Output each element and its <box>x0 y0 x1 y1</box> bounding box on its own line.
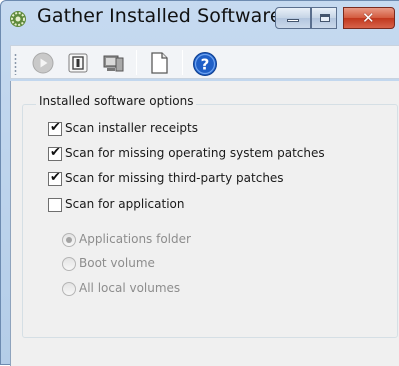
checkmark-icon: ✔ <box>50 145 61 160</box>
checkbox-box[interactable] <box>48 198 62 212</box>
checkmark-icon: ✔ <box>50 170 61 185</box>
groupbox-title: Installed software options <box>36 94 197 108</box>
checkmark-icon: ✔ <box>50 120 61 135</box>
document-icon <box>151 52 168 74</box>
maximize-icon <box>320 14 330 22</box>
checkbox-label: Scan for missing operating system patche… <box>65 146 325 160</box>
radio-button[interactable] <box>62 282 76 296</box>
gear-icon <box>9 10 27 28</box>
toolbar-grip[interactable] <box>14 53 17 75</box>
checkbox-label: Scan for missing third-party patches <box>65 171 284 185</box>
computer-icon <box>103 55 124 72</box>
radio-button[interactable] <box>62 257 76 271</box>
play-icon <box>32 52 54 74</box>
radio-label: All local volumes <box>79 281 181 295</box>
radio-selected-dot <box>66 237 72 243</box>
help-button[interactable]: ? <box>192 51 217 76</box>
checkbox-label: Scan installer receipts <box>65 121 198 135</box>
toolbar-separator <box>182 50 183 75</box>
window-title: Gather Installed Software <box>37 5 282 27</box>
checkbox-box[interactable]: ✔ <box>48 120 62 136</box>
toolbar-separator <box>136 50 137 75</box>
minimize-button[interactable] <box>275 7 311 29</box>
maximize-button[interactable] <box>311 7 337 29</box>
toolbar: ? <box>10 45 399 79</box>
minimize-icon <box>287 19 299 22</box>
stop-icon <box>68 53 88 73</box>
play-button[interactable] <box>31 51 55 75</box>
title-bar[interactable]: Gather Installed Software ✕ <box>1 1 399 37</box>
radio-label: Boot volume <box>79 256 155 270</box>
installed-software-groupbox <box>22 104 398 338</box>
document-button[interactable] <box>147 51 171 75</box>
svg-text:?: ? <box>201 56 210 74</box>
help-icon: ? <box>193 52 217 76</box>
close-button[interactable]: ✕ <box>343 7 395 29</box>
checkbox-label: Scan for application <box>65 197 185 211</box>
close-icon: ✕ <box>362 9 375 27</box>
checkbox-box[interactable]: ✔ <box>48 170 62 186</box>
radio-button[interactable] <box>62 233 76 247</box>
checkbox-box[interactable]: ✔ <box>48 145 62 161</box>
computer-button[interactable] <box>101 51 125 75</box>
stop-button[interactable] <box>66 51 90 75</box>
radio-label: Applications folder <box>79 232 191 246</box>
